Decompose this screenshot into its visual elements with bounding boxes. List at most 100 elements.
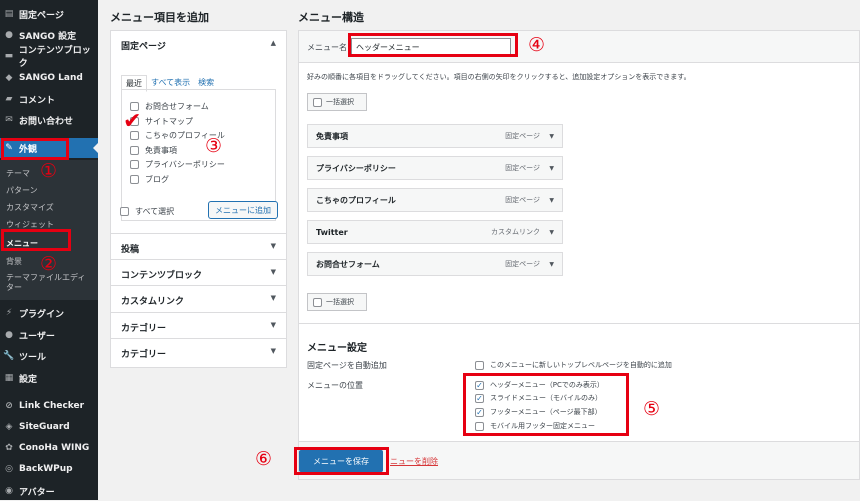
add-to-menu-button[interactable]: メニューに追加 (208, 201, 278, 219)
annotation-number-2: ② (40, 253, 58, 275)
comment-icon: ▰ (5, 94, 13, 104)
expand-arrow-icon[interactable]: ▼ (549, 165, 554, 172)
accordion-title: カテゴリー (121, 350, 167, 360)
sidebar-item[interactable]: ● ユーザー (0, 325, 98, 345)
menu-item[interactable]: こちゃのプロフィール 固定ページ ▼ (307, 188, 563, 212)
accordion-title: コンテンツブロック (121, 271, 203, 281)
menu-instructions: 好みの順番に各項目をドラッグしてください。項目の右側の矢印をクリックすると、追加… (307, 73, 691, 81)
wrench-icon: 🔧 (3, 351, 15, 361)
sidebar-item[interactable]: 🔧 ツール (0, 346, 98, 366)
annotation-number-1: ① (40, 160, 58, 182)
menu-item-title: プライバシーポリシー (316, 163, 396, 173)
menu-item-title: 免責事項 (316, 131, 348, 141)
settings-icon: ▦ (4, 373, 14, 383)
submenu-item[interactable]: カスタマイズ (6, 202, 54, 213)
block-icon: ▬ (4, 51, 14, 61)
sidebar-item[interactable]: ◆ SANGO Land (0, 68, 98, 88)
annotation-number-5: ⑤ (643, 398, 661, 420)
backup-icon: ◎ (5, 464, 13, 474)
expand-arrow-icon: ▼ (270, 242, 276, 250)
auto-add-option[interactable]: このメニューに新しいトップレベルページを自動的に追加 (475, 360, 672, 370)
checkbox[interactable] (475, 360, 484, 370)
checkbox[interactable] (130, 146, 139, 155)
sidebar-item[interactable]: ◎ BackWPup (0, 459, 98, 479)
sidebar-item-label: ユーザー (19, 331, 55, 342)
menu-item[interactable]: プライバシーポリシー 固定ページ ▼ (307, 156, 563, 180)
page-option[interactable]: お問合せフォーム (130, 101, 209, 112)
menu-name-label: メニュー名 (307, 43, 347, 52)
pages-accordion-header[interactable]: 固定ページ ▲ (111, 31, 286, 57)
avatar-icon: ◉ (5, 486, 13, 496)
annotation-number-4: ④ (528, 34, 546, 56)
active-indicator-icon (93, 143, 98, 153)
submenu-item[interactable]: 背景 (6, 256, 22, 267)
checkbox[interactable] (130, 175, 139, 184)
posts-accordion-header[interactable]: 投稿 ▼ (111, 233, 286, 259)
delete-menu-link[interactable]: ニューを削除 (390, 456, 438, 467)
page-option-label: サイトマップ (145, 117, 193, 126)
submenu-item[interactable]: ター (6, 282, 22, 293)
checkbox[interactable] (130, 160, 139, 169)
sango-land-icon: ◆ (5, 73, 13, 83)
expand-arrow-icon[interactable]: ▼ (549, 197, 554, 204)
link-icon: ⊘ (5, 401, 13, 411)
sidebar-item[interactable]: ✉ お問い合わせ (0, 110, 98, 130)
sidebar-item-label: BackWPup (19, 464, 73, 474)
checkbox[interactable] (313, 297, 322, 307)
plugin-icon: ⚡ (5, 308, 13, 318)
page-option[interactable]: ブログ (130, 174, 169, 185)
menu-structure-heading: メニュー構造 (298, 11, 364, 24)
expand-arrow-icon[interactable]: ▼ (549, 229, 554, 236)
menu-item[interactable]: Twitter カスタムリンク ▼ (307, 220, 563, 244)
sidebar-item[interactable]: ✿ ConoHa WING (0, 438, 98, 458)
content-blocks-accordion-header[interactable]: コンテンツブロック ▼ (111, 259, 286, 285)
submenu-item[interactable]: パターン (6, 185, 38, 196)
menu-item[interactable]: 免責事項 固定ページ ▼ (307, 124, 563, 148)
submenu-item[interactable]: テーマ (6, 168, 30, 179)
annotation-box-menu-name (348, 33, 518, 57)
gear-icon: ✿ (5, 443, 13, 453)
accordion-title: カテゴリー (121, 324, 167, 334)
expand-arrow-icon: ▼ (270, 321, 276, 329)
select-all-option[interactable]: すべて選択 (120, 206, 174, 217)
checkbox[interactable] (120, 207, 129, 216)
expand-arrow-icon: ▼ (270, 294, 276, 302)
accordion-title: 投稿 (121, 245, 140, 255)
expand-arrow-icon[interactable]: ▼ (549, 261, 554, 268)
bulk-select-button-bottom[interactable]: 一括選択 (307, 293, 367, 311)
sidebar-item-label: コンテンツブロック (18, 46, 91, 69)
categories-accordion-header[interactable]: カテゴリー ▼ (111, 312, 286, 338)
page-option[interactable]: プライバシーポリシー (130, 159, 225, 170)
categories-accordion-header-2[interactable]: カテゴリー ▼ (111, 338, 286, 364)
bulk-select-label: 一括選択 (326, 98, 354, 106)
annotation-number-6: ⑥ (255, 448, 273, 470)
sidebar-item[interactable]: ▤ 固定ページ (0, 4, 98, 24)
sidebar-item[interactable]: ▰ コメント (0, 89, 98, 109)
sidebar-item-label: プラグイン (19, 309, 65, 320)
sidebar-item-label: SANGO 設定 (19, 31, 77, 42)
expand-arrow-icon[interactable]: ▼ (549, 133, 554, 140)
sidebar-item[interactable]: ◉ アバター (0, 481, 98, 501)
page-icon: ▤ (4, 9, 14, 19)
sidebar-item[interactable]: ▦ 設定 (0, 368, 98, 388)
sidebar-item-label: アバター (19, 487, 55, 498)
custom-links-accordion-header[interactable]: カスタムリンク ▼ (111, 285, 286, 311)
auto-add-label: 固定ページを自動追加 (307, 361, 387, 370)
sidebar-item[interactable]: ▬ コンテンツブロック (0, 46, 98, 69)
annotation-box-locations (463, 373, 629, 436)
page-option[interactable]: 免責事項 (130, 145, 177, 156)
sidebar-item[interactable]: ⚡ プラグイン (0, 303, 98, 323)
sidebar-item[interactable]: ● SANGO 設定 (0, 25, 98, 45)
sidebar-item-label: Link Checker (19, 401, 85, 411)
annotation-number-3: ③ (205, 135, 223, 157)
page-option-label: 免責事項 (145, 146, 177, 155)
auto-add-option-label: このメニューに新しいトップレベルページを自動的に追加 (490, 361, 672, 369)
annotation-box-appearance (1, 138, 69, 160)
sidebar-item[interactable]: ◈ SiteGuard (0, 417, 98, 437)
menu-item[interactable]: お問合せフォーム 固定ページ ▼ (307, 252, 563, 276)
bulk-select-button[interactable]: 一括選択 (307, 93, 367, 111)
sidebar-item-label: ツール (19, 352, 47, 363)
checkbox[interactable] (313, 97, 322, 107)
sidebar-item[interactable]: ⊘ Link Checker (0, 396, 98, 416)
page-option-label: プライバシーポリシー (145, 160, 225, 169)
